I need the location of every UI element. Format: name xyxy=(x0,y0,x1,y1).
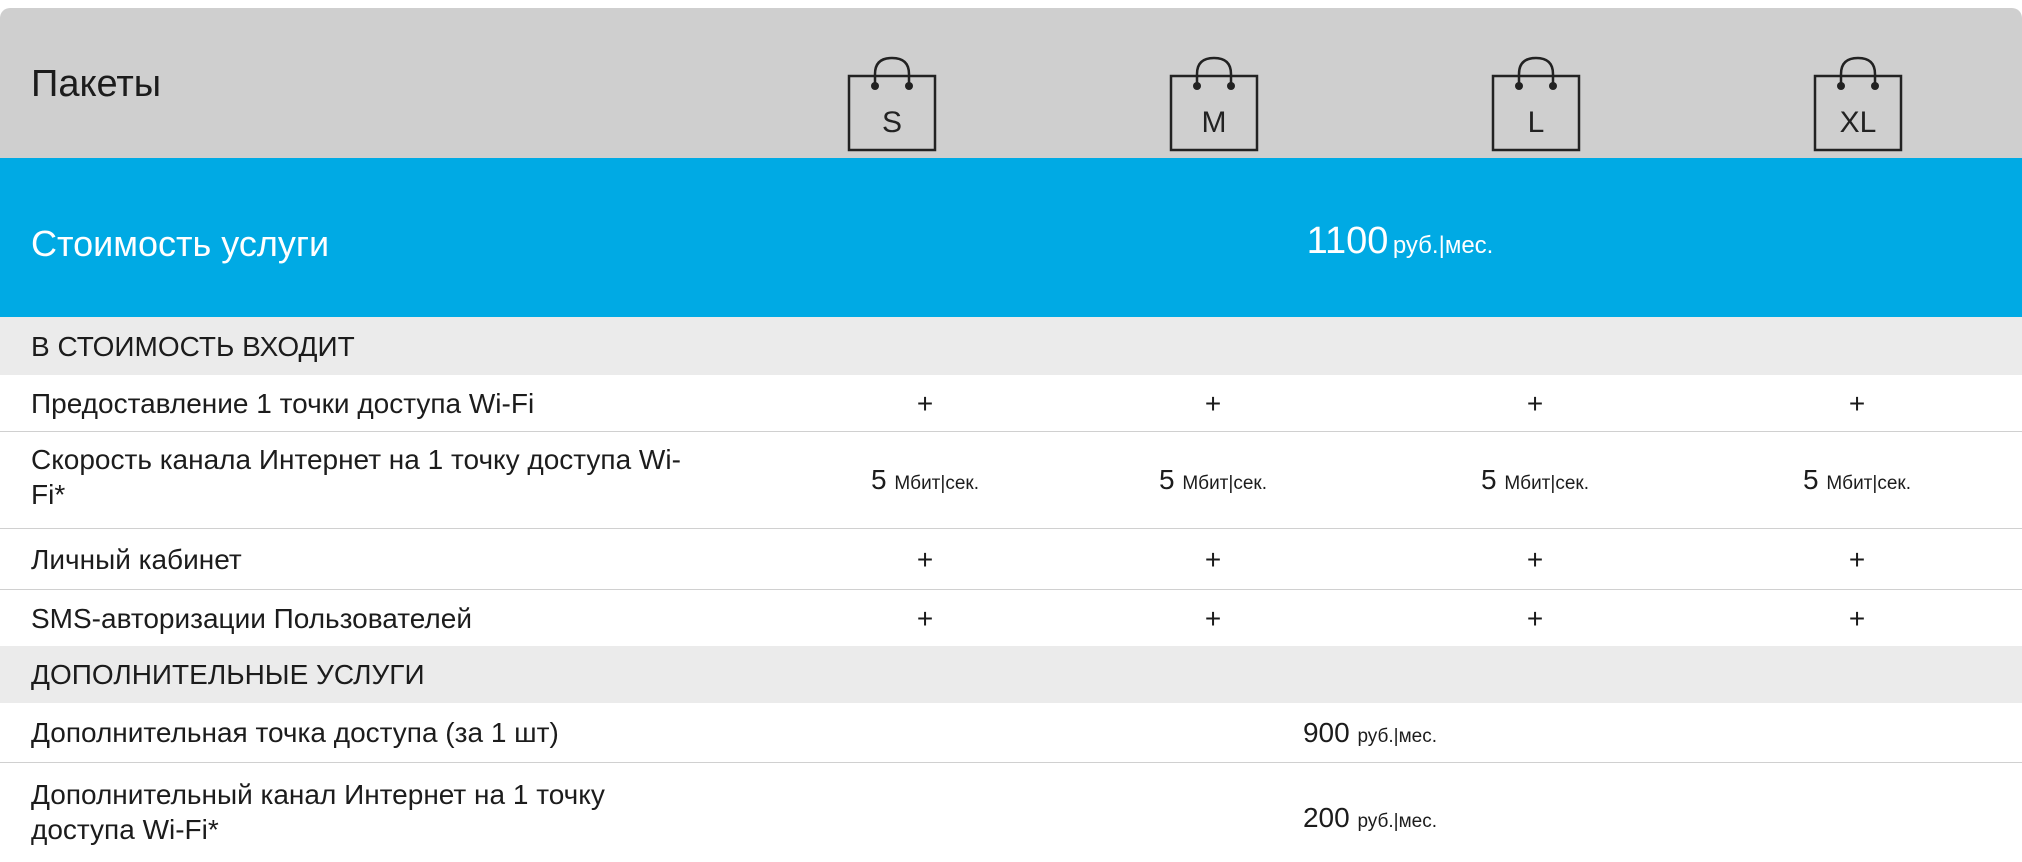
row-label-line1: Скорость канала Интернет на 1 точку дост… xyxy=(31,444,681,475)
speed-value: 5 xyxy=(871,464,887,495)
extra-price-unit: руб.|мес. xyxy=(1357,811,1438,832)
price-row: Стоимость услуги 1100 руб.|мес. xyxy=(0,158,2022,317)
price-amount: 1100 xyxy=(1306,220,1389,262)
cell-s: + xyxy=(916,388,934,419)
row-label: Дополнительный канал Интернет на 1 точку… xyxy=(31,777,605,847)
package-s[interactable]: S xyxy=(847,54,937,154)
cell-m: 5 Мбит|сек. xyxy=(1113,462,1313,501)
table-row: Дополнительный канал Интернет на 1 точку… xyxy=(0,763,2022,862)
table-row: Скорость канала Интернет на 1 точку дост… xyxy=(0,432,2022,529)
price-label: Стоимость услуги xyxy=(31,223,330,264)
cell-xl: 5 Мбит|сек. xyxy=(1757,462,1957,501)
table-row: SMS-авторизации Пользователей + + + + xyxy=(0,590,2022,646)
price-unit: руб.|мес. xyxy=(1392,232,1494,259)
extra-price-unit: руб.|мес. xyxy=(1357,726,1438,747)
cell-xl: + xyxy=(1848,388,1866,419)
cell-xl: + xyxy=(1848,603,1866,634)
section-included: В СТОИМОСТЬ ВХОДИТ xyxy=(0,317,2022,375)
table-row: Предоставление 1 точки доступа Wi-Fi + +… xyxy=(0,375,2022,432)
package-xl[interactable]: XL xyxy=(1813,54,1903,154)
price-value: 1100 руб.|мес. xyxy=(1200,220,1600,263)
cell-xl: + xyxy=(1848,544,1866,575)
row-label: Дополнительная точка доступа (за 1 шт) xyxy=(31,717,559,748)
section-title: В СТОИМОСТЬ ВХОДИТ xyxy=(31,331,355,362)
cell-l: + xyxy=(1526,388,1544,419)
cell-m: + xyxy=(1204,544,1222,575)
section-extra: ДОПОЛНИТЕЛЬНЫЕ УСЛУГИ xyxy=(0,646,2022,703)
package-label: L xyxy=(1527,106,1545,139)
row-label: SMS-авторизации Пользователей xyxy=(31,603,472,634)
cell-s: + xyxy=(916,544,934,575)
table-row: Дополнительная точка доступа (за 1 шт) 9… xyxy=(0,703,2022,763)
cell-m: + xyxy=(1204,603,1222,634)
pricing-table: Пакеты S M L XL Стоимость услуги 1100 ру… xyxy=(0,8,2022,862)
row-label-line2: доступа Wi-Fi* xyxy=(31,814,219,845)
speed-value: 5 xyxy=(1159,464,1175,495)
extra-price-value: 200 xyxy=(1302,802,1350,833)
package-label: M xyxy=(1201,106,1227,139)
row-label: Личный кабинет xyxy=(31,544,242,575)
extra-price-value: 900 xyxy=(1302,717,1350,748)
cell-l: + xyxy=(1526,544,1544,575)
row-label: Скорость канала Интернет на 1 точку дост… xyxy=(31,442,681,512)
speed-unit: Мбит|сек. xyxy=(894,473,979,494)
package-label: XL xyxy=(1839,106,1877,139)
row-label: Предоставление 1 точки доступа Wi-Fi xyxy=(31,388,535,419)
cell-m: + xyxy=(1204,388,1222,419)
cell-s: 5 Мбит|сек. xyxy=(825,462,1025,501)
speed-unit: Мбит|сек. xyxy=(1826,473,1911,494)
package-l[interactable]: L xyxy=(1491,54,1581,154)
extra-price: 200 руб.|мес. xyxy=(1230,800,1510,839)
speed-value: 5 xyxy=(1803,464,1819,495)
extra-price: 900 руб.|мес. xyxy=(1230,715,1510,754)
table-header: Пакеты S M L XL xyxy=(0,8,2022,158)
speed-unit: Мбит|сек. xyxy=(1504,473,1589,494)
cell-l: + xyxy=(1526,603,1544,634)
cell-l: 5 Мбит|сек. xyxy=(1435,462,1635,501)
packages-title: Пакеты xyxy=(31,63,162,105)
speed-value: 5 xyxy=(1481,464,1497,495)
package-label: S xyxy=(881,106,902,139)
speed-unit: Мбит|сек. xyxy=(1182,473,1267,494)
row-label-line2: Fi* xyxy=(31,479,66,510)
section-title: ДОПОЛНИТЕЛЬНЫЕ УСЛУГИ xyxy=(31,659,425,690)
package-m[interactable]: M xyxy=(1169,54,1259,154)
row-label-line1: Дополнительный канал Интернет на 1 точку xyxy=(31,779,605,810)
table-row: Личный кабинет + + + + xyxy=(0,529,2022,590)
cell-s: + xyxy=(916,603,934,634)
